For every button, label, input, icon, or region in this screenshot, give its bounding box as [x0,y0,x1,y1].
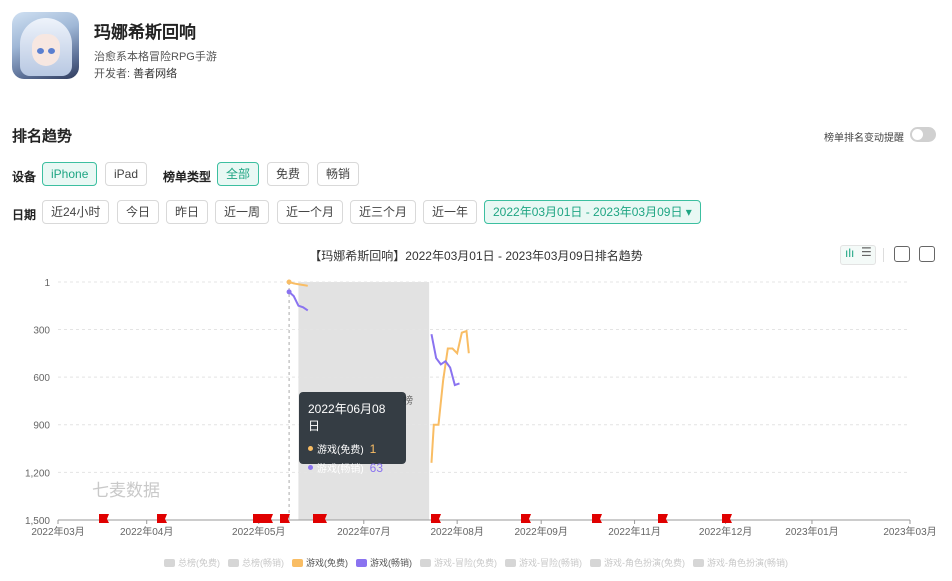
x-tick-label: 2022年07月 [337,525,390,538]
legend-label: 游戏-冒险(畅销) [519,558,582,568]
legend-label: 游戏(畅销) [370,558,412,568]
series-dot [308,446,313,451]
legend-swatch [164,559,175,567]
date-range-picker[interactable]: 2022年03月01日 - 2023年03月09日 ▾ [484,200,701,224]
legend-swatch [693,559,704,567]
tooltip-series-value: 63 [369,460,384,475]
y-tick-label: 600 [33,373,50,384]
event-flag-icon [722,514,732,523]
legend-item[interactable]: 游戏(免费) [292,556,348,569]
legend-swatch [228,559,239,567]
y-tick-label: 1,500 [25,516,50,527]
rank-remind-toggle[interactable] [910,127,936,142]
y-tick-label: 1,200 [25,468,50,479]
event-flag-icon [263,514,273,523]
legend-item[interactable]: 游戏-角色扮演(畅销) [693,556,788,569]
event-flag-icon [280,514,290,523]
legend-item[interactable]: 游戏-角色扮演(免费) [590,556,685,569]
tooltip-series-value: 1 [369,441,377,456]
date-label: 日期 [12,208,37,222]
event-flag-icon [592,514,602,523]
developer-label: 开发者: [94,68,131,80]
legend-item[interactable]: 游戏-冒险(畅销) [505,556,582,569]
legend-swatch [420,559,431,567]
x-tick-label: 2022年04月 [120,525,173,538]
event-flag-icon [157,514,167,523]
legend-swatch [590,559,601,567]
x-tick-label: 2022年03月 [31,525,84,538]
date-today-chip[interactable]: 今日 [117,200,160,224]
date-yesterday-chip[interactable]: 昨日 [166,200,209,224]
legend-swatch [505,559,516,567]
legend-item[interactable]: 游戏(畅销) [356,556,412,569]
chart-type-all-chip[interactable]: 全部 [217,162,260,186]
x-tick-label: 2022年12月 [699,525,752,538]
event-flag-icon [99,514,109,523]
chevron-down-icon: ▾ [685,205,692,219]
tooltip-date: 2022年06月08日 [308,402,386,433]
x-tick-label: 2022年11月 [608,525,661,538]
chart-type-free-chip[interactable]: 免费 [267,162,310,186]
app-name: 玛娜希斯回响 [94,23,196,42]
date-year-chip[interactable]: 近一年 [423,200,478,224]
legend-swatch [356,559,367,567]
x-tick-label: 2023年01月 [785,525,838,538]
developer-name[interactable]: 善者网络 [133,68,177,80]
legend-label: 游戏(免费) [306,558,348,568]
app-header: 玛娜希斯回响 治愈系本格冒险RPG手游 开发者: 善者网络 [12,12,612,82]
event-flag-icon [658,514,668,523]
rank-trend-chart: 榜13006009001,2001,5002022年03月 2022年04月 202… [25,278,937,538]
x-tick-label: 2022年05月 [232,525,285,538]
date-range-text: 2022年03月01日 - 2023年03月09日 [493,205,683,219]
series-point [286,279,292,285]
y-tick-label: 1 [44,278,50,289]
date-24h-chip[interactable]: 近24小时 [42,200,110,224]
tooltip-series-label: 游戏(畅销) [317,464,364,475]
series-line [430,329,470,463]
tooltip-row: 游戏(畅销) 63 [308,460,397,475]
legend-label: 总榜(免费) [178,558,220,568]
date-3months-chip[interactable]: 近三个月 [350,200,417,224]
tooltip-row: 游戏(免费) 1 [308,441,397,456]
chart-legend: 总榜(免费) 总榜(畅销) 游戏(免费) 游戏(畅销) 游戏-冒险(免费) 游戏-冒险(畅… [0,556,952,569]
event-flag-icon [521,514,531,523]
legend-label: 游戏-冒险(免费) [434,558,497,568]
chart-type-label: 榜单类型 [163,170,212,184]
x-tick-label: 2022年09月 [515,525,568,538]
rank-remind-label: 榜单排名变动提醒 [824,133,904,144]
legend-item[interactable]: 总榜(免费) [164,556,220,569]
device-ipad-chip[interactable]: iPad [105,162,148,186]
legend-item[interactable]: 游戏-冒险(免费) [420,556,497,569]
app-icon-eye [48,48,55,54]
app-icon-eye [37,48,44,54]
chart-tooltip: 2022年06月08日 游戏(免费) 1 游戏(畅销) 63 [299,392,406,475]
tooltip-series-label: 游戏(免费) [317,445,364,456]
legend-swatch [292,559,303,567]
device-label: 设备 [12,170,37,184]
series-point [286,289,292,295]
y-tick-label: 300 [33,325,50,336]
app-developer: 开发者: 善者网络 [94,65,177,81]
date-week-chip[interactable]: 近一周 [215,200,270,224]
legend-label: 游戏-角色扮演(免费) [604,558,685,568]
watermark: 七麦数据 [92,481,160,500]
chart-type-grossing-chip[interactable]: 畅销 [317,162,360,186]
legend-label: 游戏-角色扮演(畅销) [707,558,788,568]
date-month-chip[interactable]: 近一个月 [277,200,344,224]
section-title: 排名趋势 [12,128,73,145]
event-flag-icon [431,514,441,523]
y-tick-label: 900 [33,421,50,432]
x-tick-label: 2022年08月 [430,525,483,538]
legend-label: 总榜(畅销) [242,558,284,568]
app-icon [12,12,79,79]
x-tick-label: 2023年03月 [883,525,936,538]
legend-item[interactable]: 总榜(畅销) [228,556,284,569]
series-dot [308,465,313,470]
app-subtitle: 治愈系本格冒险RPG手游 [94,51,217,63]
device-iphone-chip[interactable]: iPhone [42,162,98,186]
